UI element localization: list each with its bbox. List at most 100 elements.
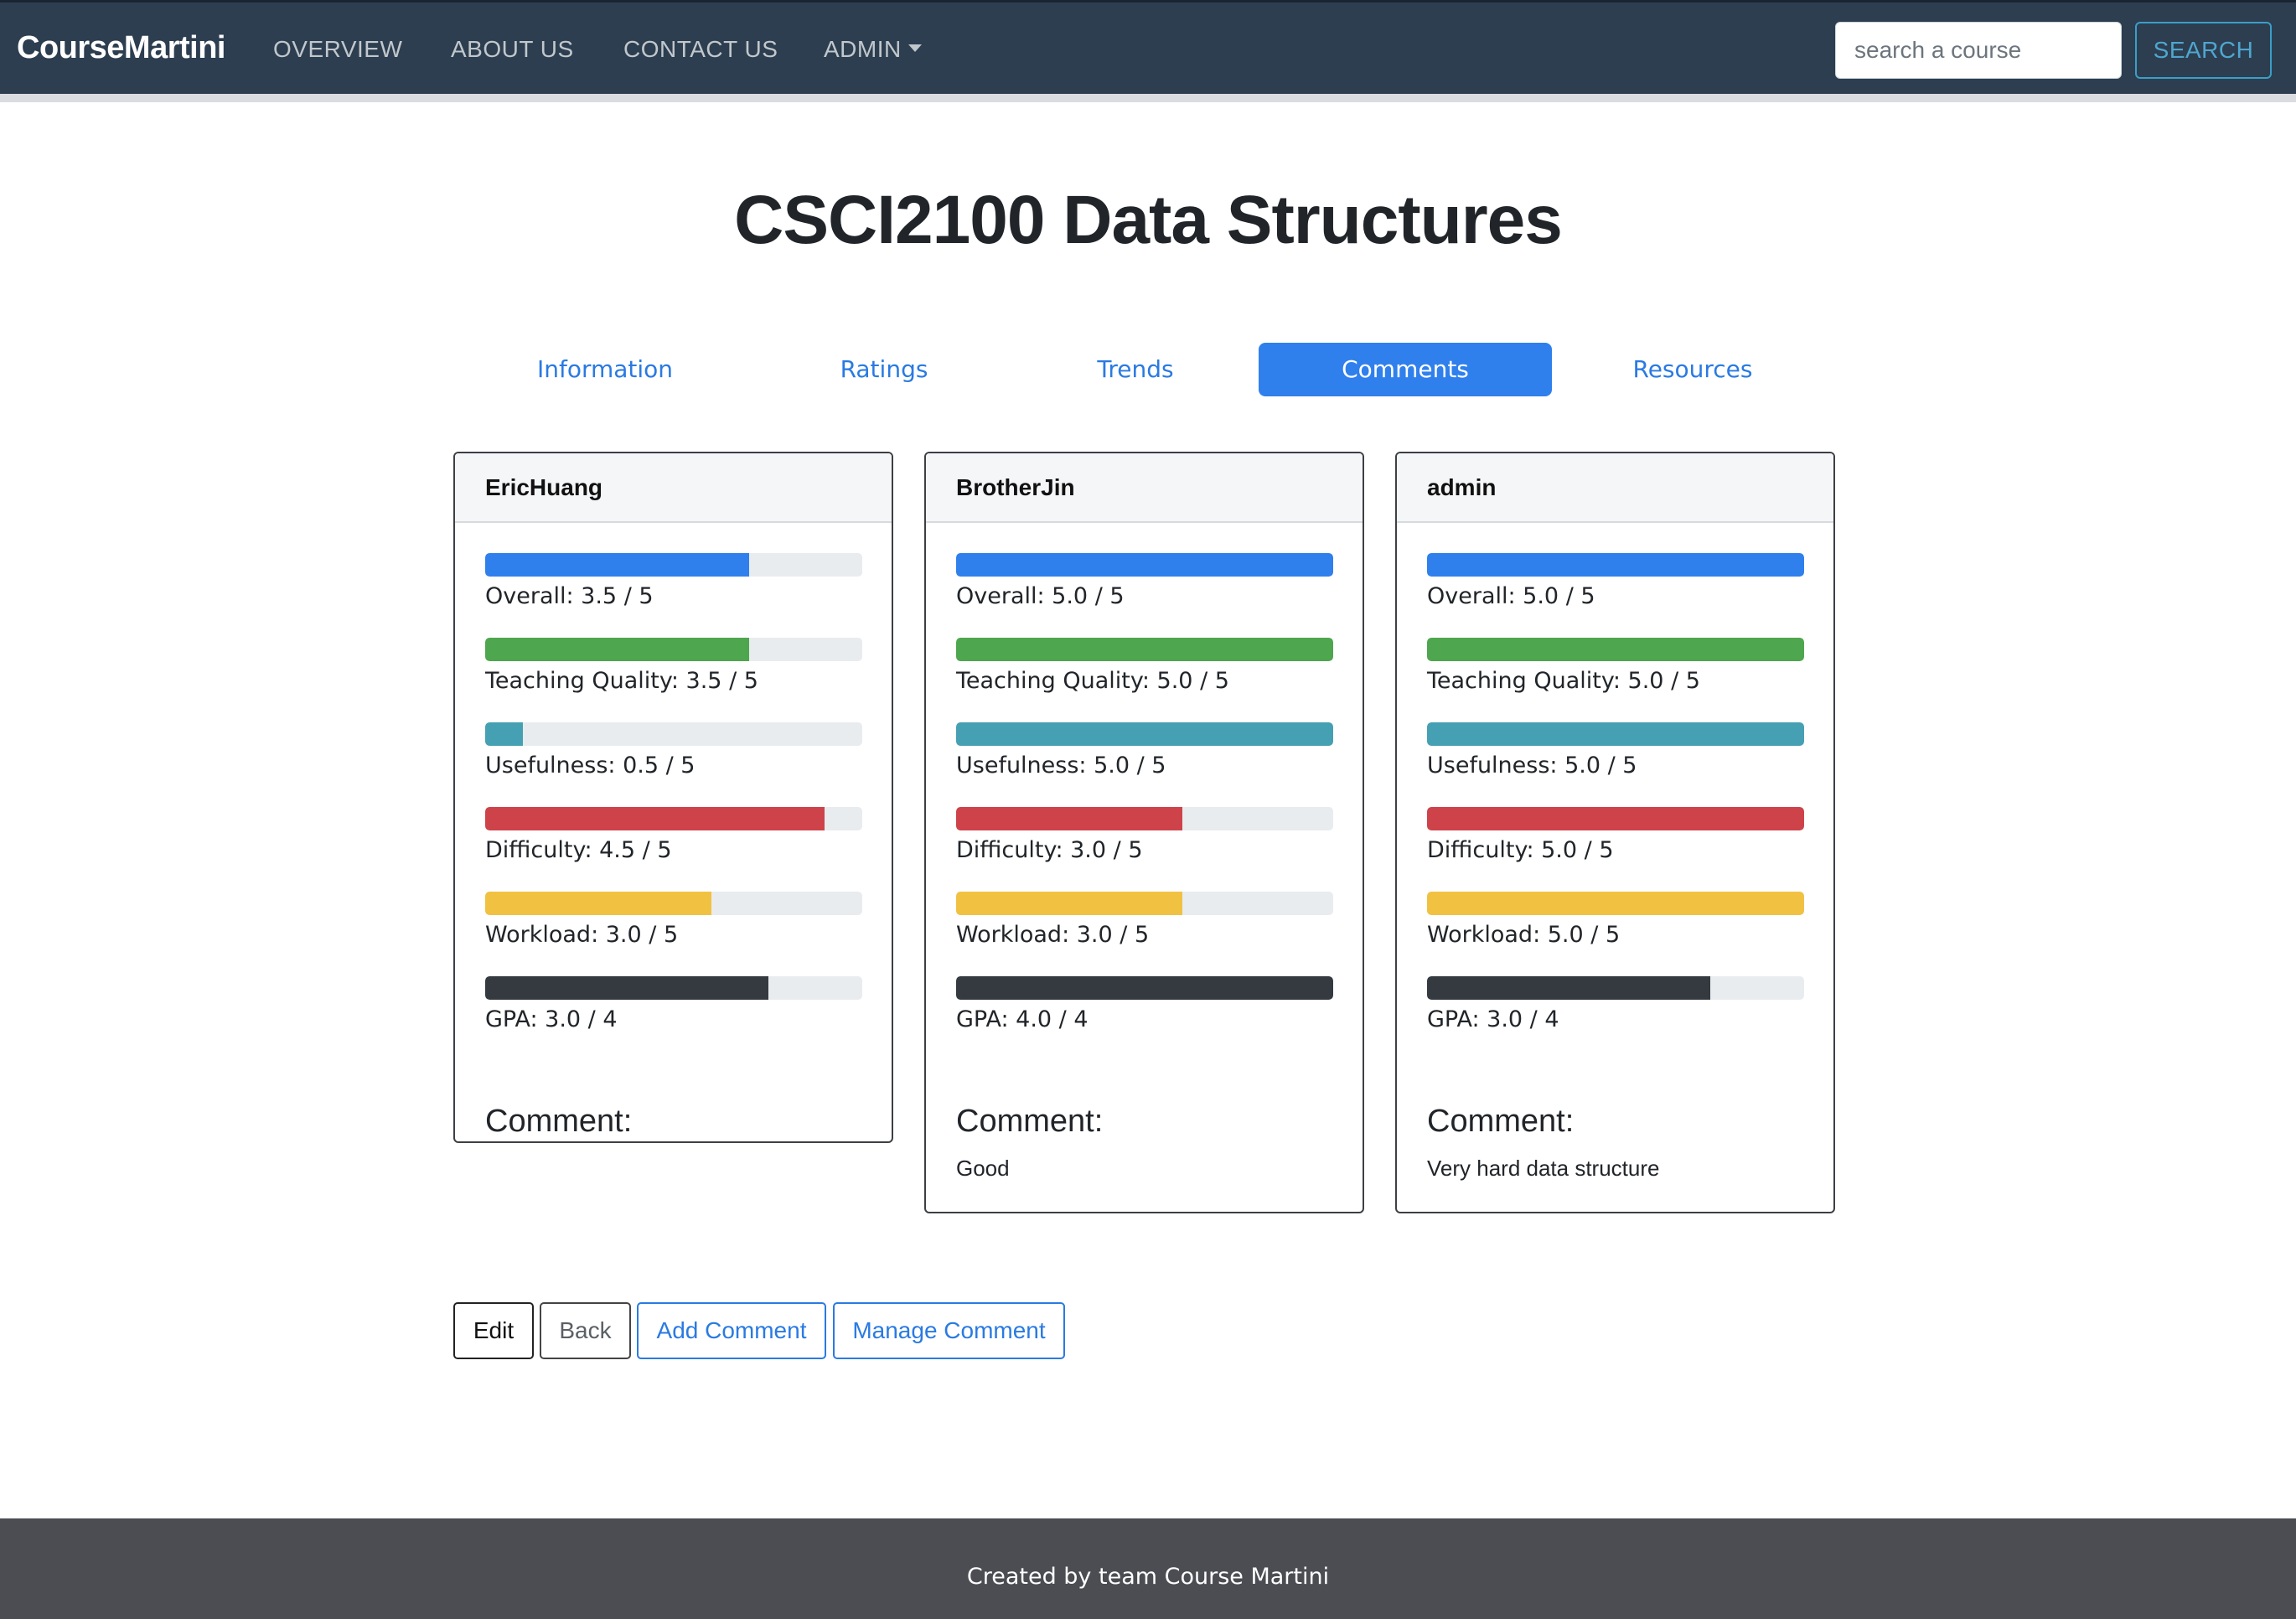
comment-heading: Comment: xyxy=(956,1104,1104,1139)
progress-bar xyxy=(485,892,862,915)
progress-fill xyxy=(485,553,749,577)
progress-bar xyxy=(956,638,1333,661)
progress-bar xyxy=(956,807,1333,830)
progress-bar xyxy=(956,892,1333,915)
rating-gpa: GPA: 3.0 / 4 xyxy=(1427,976,1804,1061)
progress-fill xyxy=(485,638,749,661)
progress-bar xyxy=(1427,807,1804,830)
nav-contact-us[interactable]: CONTACT US xyxy=(623,33,778,66)
rating-label: Difficulty: 3.0 / 5 xyxy=(956,837,1143,863)
rating-label: GPA: 3.0 / 4 xyxy=(1427,1006,1559,1032)
progress-fill xyxy=(956,722,1333,746)
rating-overall: Overall: 5.0 / 5 xyxy=(1427,553,1804,638)
rating-label: Usefulness: 0.5 / 5 xyxy=(485,753,696,778)
tab-information[interactable]: Information xyxy=(479,343,731,396)
progress-bar xyxy=(956,976,1333,1000)
comment-author: admin xyxy=(1397,453,1833,523)
rating-label: Teaching Quality: 5.0 / 5 xyxy=(1427,668,1700,694)
comment-heading: Comment: xyxy=(485,1104,633,1139)
comment-text: Good xyxy=(956,1156,1010,1181)
progress-fill xyxy=(956,638,1333,661)
edit-button[interactable]: Edit xyxy=(453,1302,534,1359)
progress-fill xyxy=(485,722,523,746)
page-title: CSCI2100 Data Structures xyxy=(734,182,1563,258)
rating-list: Overall: 3.5 / 5 Teaching Quality: 3.5 / … xyxy=(485,553,862,1061)
rating-difficulty: Difficulty: 3.0 / 5 xyxy=(956,807,1333,892)
progress-fill xyxy=(1427,976,1710,1000)
comment-card: EricHuang Overall: 3.5 / 5 Teaching Quali… xyxy=(453,452,893,1143)
rating-gpa: GPA: 4.0 / 4 xyxy=(956,976,1333,1061)
top-navbar: CourseMartini OVERVIEW ABOUT US CONTACT … xyxy=(0,0,2296,94)
add-comment-button[interactable]: Add Comment xyxy=(637,1302,826,1359)
progress-bar xyxy=(485,553,862,577)
progress-fill xyxy=(1427,722,1804,746)
comment-card: BrotherJin Overall: 5.0 / 5 Teaching Qual… xyxy=(924,452,1364,1213)
rating-label: GPA: 4.0 / 4 xyxy=(956,1006,1089,1032)
progress-fill xyxy=(485,892,711,915)
search-input[interactable] xyxy=(1835,22,2122,79)
rating-teaching-quality: Teaching Quality: 5.0 / 5 xyxy=(956,638,1333,722)
manage-comment-button[interactable]: Manage Comment xyxy=(833,1302,1065,1359)
rating-workload: Workload: 3.0 / 5 xyxy=(485,892,862,976)
rating-workload: Workload: 5.0 / 5 xyxy=(1427,892,1804,976)
comment-card: admin Overall: 5.0 / 5 Teaching Quality: … xyxy=(1395,452,1835,1213)
progress-bar xyxy=(1427,892,1804,915)
rating-workload: Workload: 3.0 / 5 xyxy=(956,892,1333,976)
progress-bar xyxy=(1427,553,1804,577)
progress-fill xyxy=(1427,892,1804,915)
nav-about-us[interactable]: ABOUT US xyxy=(451,33,574,66)
progress-fill xyxy=(485,807,825,830)
rating-label: Usefulness: 5.0 / 5 xyxy=(1427,753,1637,778)
rating-label: Usefulness: 5.0 / 5 xyxy=(956,753,1166,778)
progress-fill xyxy=(956,807,1182,830)
rating-label: GPA: 3.0 / 4 xyxy=(485,1006,618,1032)
progress-fill xyxy=(1427,553,1804,577)
progress-bar xyxy=(485,638,862,661)
tab-trends[interactable]: Trends xyxy=(1010,343,1261,396)
rating-teaching-quality: Teaching Quality: 5.0 / 5 xyxy=(1427,638,1804,722)
rating-label: Workload: 3.0 / 5 xyxy=(956,922,1150,948)
progress-bar xyxy=(956,722,1333,746)
search-button[interactable]: SEARCH xyxy=(2135,22,2272,79)
progress-bar xyxy=(485,722,862,746)
progress-bar xyxy=(1427,722,1804,746)
rating-label: Overall: 5.0 / 5 xyxy=(956,583,1125,609)
tab-comments[interactable]: Comments xyxy=(1259,343,1552,396)
caret-down-icon xyxy=(908,44,922,53)
comment-text: Very hard data structure xyxy=(1427,1156,1660,1181)
brand-logo[interactable]: CourseMartini xyxy=(17,28,225,68)
rating-usefulness: Usefulness: 5.0 / 5 xyxy=(1427,722,1804,807)
rating-overall: Overall: 5.0 / 5 xyxy=(956,553,1333,638)
rating-gpa: GPA: 3.0 / 4 xyxy=(485,976,862,1061)
progress-fill xyxy=(956,976,1333,1000)
rating-overall: Overall: 3.5 / 5 xyxy=(485,553,862,638)
progress-fill xyxy=(1427,638,1804,661)
rating-label: Overall: 5.0 / 5 xyxy=(1427,583,1595,609)
navbar-divider xyxy=(0,94,2296,102)
tab-ratings[interactable]: Ratings xyxy=(758,343,1010,396)
nav-admin-dropdown[interactable]: ADMIN xyxy=(824,33,922,66)
progress-bar xyxy=(485,976,862,1000)
rating-list: Overall: 5.0 / 5 Teaching Quality: 5.0 / … xyxy=(1427,553,1804,1061)
comment-heading: Comment: xyxy=(1427,1104,1575,1139)
rating-label: Workload: 5.0 / 5 xyxy=(1427,922,1621,948)
rating-difficulty: Difficulty: 4.5 / 5 xyxy=(485,807,862,892)
tab-resources[interactable]: Resources xyxy=(1567,343,1818,396)
rating-list: Overall: 5.0 / 5 Teaching Quality: 5.0 / … xyxy=(956,553,1333,1061)
rating-usefulness: Usefulness: 5.0 / 5 xyxy=(956,722,1333,807)
progress-bar xyxy=(1427,976,1804,1000)
back-button[interactable]: Back xyxy=(540,1302,631,1359)
comment-author: EricHuang xyxy=(455,453,892,523)
rating-label: Difficulty: 5.0 / 5 xyxy=(1427,837,1614,863)
progress-fill xyxy=(956,892,1182,915)
rating-teaching-quality: Teaching Quality: 3.5 / 5 xyxy=(485,638,862,722)
rating-label: Teaching Quality: 3.5 / 5 xyxy=(485,668,758,694)
nav-overview[interactable]: OVERVIEW xyxy=(273,33,402,66)
nav-admin-label: ADMIN xyxy=(824,36,902,62)
progress-bar xyxy=(956,553,1333,577)
comment-author: BrotherJin xyxy=(926,453,1363,523)
progress-bar xyxy=(485,807,862,830)
footer-text: Created by team Course Martini xyxy=(966,1564,1330,1590)
rating-difficulty: Difficulty: 5.0 / 5 xyxy=(1427,807,1804,892)
rating-label: Difficulty: 4.5 / 5 xyxy=(485,837,672,863)
